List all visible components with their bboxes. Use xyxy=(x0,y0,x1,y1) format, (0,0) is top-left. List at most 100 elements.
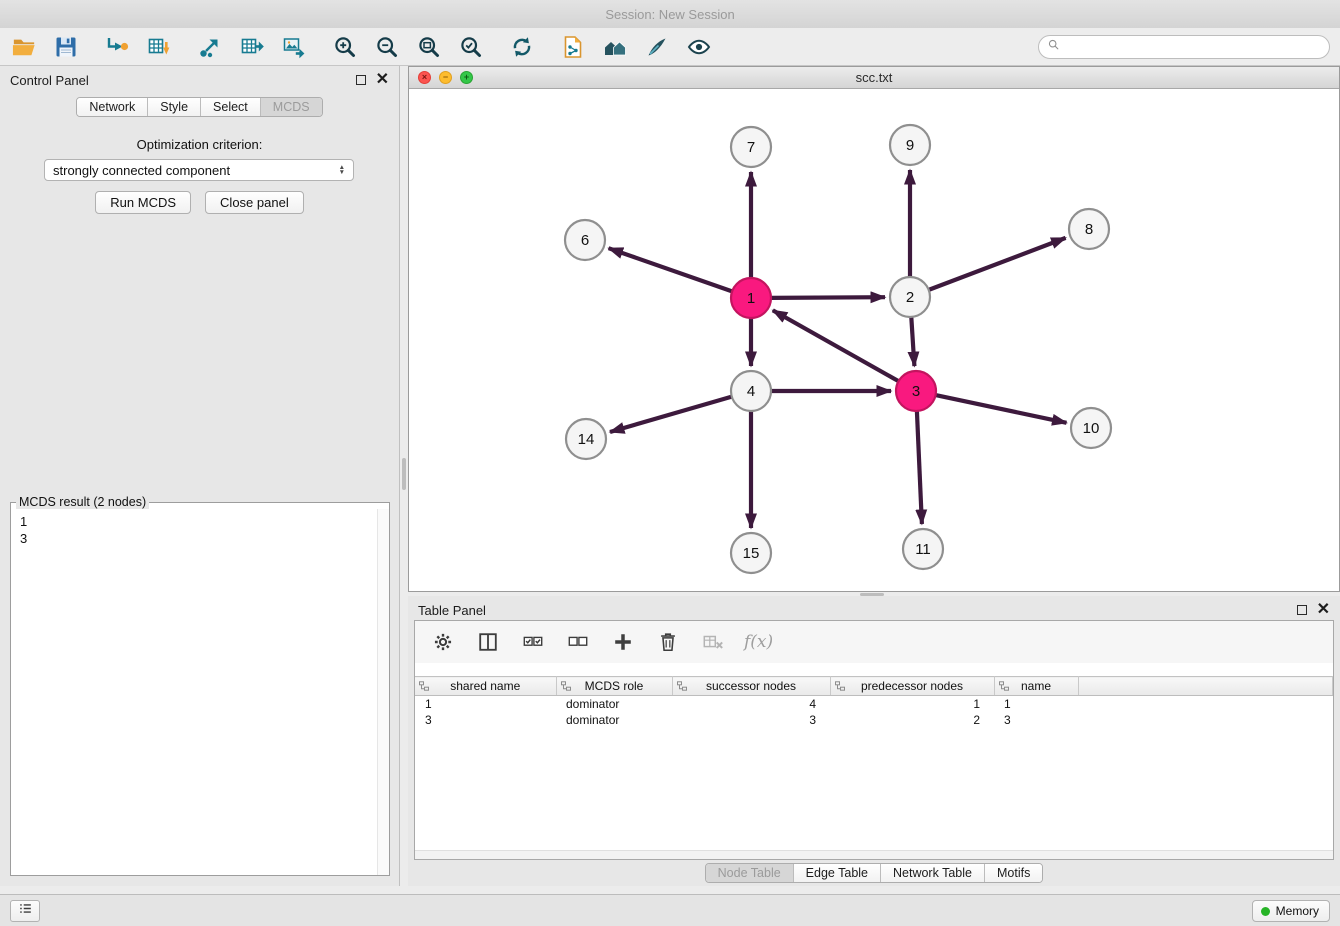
export-image-icon[interactable] xyxy=(280,33,308,61)
column-header-name[interactable]: name xyxy=(994,677,1078,696)
memory-button[interactable]: Memory xyxy=(1252,900,1330,922)
graph-node-10[interactable]: 10 xyxy=(1071,408,1111,448)
export-table-icon[interactable] xyxy=(238,33,266,61)
sort-icon xyxy=(999,681,1009,691)
column-layout-icon[interactable] xyxy=(474,628,502,656)
new-network-icon[interactable] xyxy=(559,33,587,61)
search-box[interactable] xyxy=(1038,35,1330,59)
tab-network-table[interactable]: Network Table xyxy=(881,864,985,882)
sort-icon xyxy=(677,681,687,691)
graph-node-9[interactable]: 9 xyxy=(890,125,930,165)
style-icon[interactable] xyxy=(643,33,671,61)
float-panel-icon[interactable] xyxy=(1297,605,1307,615)
search-input[interactable] xyxy=(1065,37,1321,57)
table-row[interactable]: 1dominator411 xyxy=(415,696,1333,712)
column-header-shared-name[interactable]: shared name xyxy=(415,677,556,696)
network-canvas[interactable]: 7 9 6 8 1 2 4 3 14 10 15 11 xyxy=(409,89,1339,591)
graph-node-14[interactable]: 14 xyxy=(566,419,606,459)
toolbar-icon-groups xyxy=(10,33,736,61)
mcds-result-list[interactable]: 13 xyxy=(12,511,376,874)
graph-node-label: 4 xyxy=(747,383,755,400)
table-row[interactable]: 3dominator323 xyxy=(415,712,1333,728)
graph-edge-2-3[interactable] xyxy=(911,317,914,366)
result-scrollbar[interactable] xyxy=(377,509,389,875)
tab-node-table[interactable]: Node Table xyxy=(706,864,794,882)
zoom-window-button[interactable]: + xyxy=(460,71,473,84)
graph-edge-1-6[interactable] xyxy=(609,248,733,291)
deselect-all-icon[interactable] xyxy=(564,628,592,656)
cell-predecessor-nodes: 2 xyxy=(830,712,994,728)
graph-edge-2-8[interactable] xyxy=(929,238,1066,290)
window-titlebar[interactable]: Session: New Session xyxy=(0,0,1340,28)
graph-edge-3-10[interactable] xyxy=(936,395,1067,423)
houses-icon[interactable] xyxy=(601,33,629,61)
column-header-label: successor nodes xyxy=(673,679,830,693)
float-panel-icon[interactable] xyxy=(356,75,366,85)
graph-node-2[interactable]: 2 xyxy=(890,277,930,317)
graph-edge-1-2[interactable] xyxy=(771,297,885,298)
vertical-splitter[interactable] xyxy=(400,66,408,886)
memory-status-dot xyxy=(1261,907,1270,916)
cell-shared-name: 1 xyxy=(415,696,556,712)
close-panel-button[interactable]: Close panel xyxy=(205,191,304,214)
graph-node-4[interactable]: 4 xyxy=(731,371,771,411)
run-mcds-button[interactable]: Run MCDS xyxy=(95,191,191,214)
window-title: Session: New Session xyxy=(605,7,734,22)
tab-motifs[interactable]: Motifs xyxy=(985,864,1042,882)
column-header-label: predecessor nodes xyxy=(831,679,994,693)
column-header-mcds-role[interactable]: MCDS role xyxy=(556,677,672,696)
tab-edge-table[interactable]: Edge Table xyxy=(794,864,881,882)
close-panel-icon[interactable]: ✕ xyxy=(376,72,389,88)
minimize-window-button[interactable]: − xyxy=(439,71,452,84)
node-table: shared nameMCDS rolesuccessor nodesprede… xyxy=(415,676,1333,728)
mcds-result-title: MCDS result (2 nodes) xyxy=(16,495,149,509)
graph-node-6[interactable]: 6 xyxy=(565,220,605,260)
delete-row-icon[interactable] xyxy=(654,628,682,656)
settings-gear-icon[interactable] xyxy=(429,628,457,656)
graph-node-11[interactable]: 11 xyxy=(903,529,943,569)
zoom-out-icon[interactable] xyxy=(373,33,401,61)
graph-edge-4-14[interactable] xyxy=(610,397,732,432)
graph-edge-3-11[interactable] xyxy=(917,411,922,524)
graph-node-15[interactable]: 15 xyxy=(731,533,771,573)
cell-filler xyxy=(1078,696,1333,712)
import-table-icon[interactable] xyxy=(145,33,173,61)
network-window-titlebar[interactable]: scc.txt × − + xyxy=(409,67,1339,89)
tab-network[interactable]: Network xyxy=(77,98,148,116)
open-session-icon[interactable] xyxy=(10,33,38,61)
close-window-button[interactable]: × xyxy=(418,71,431,84)
save-session-icon[interactable] xyxy=(52,33,80,61)
graph-node-7[interactable]: 7 xyxy=(731,127,771,167)
cell-filler xyxy=(1078,712,1333,728)
column-header-filler xyxy=(1078,677,1333,696)
tab-style[interactable]: Style xyxy=(148,98,201,116)
cell-name: 3 xyxy=(994,712,1078,728)
refresh-icon[interactable] xyxy=(508,33,536,61)
column-header-predecessor-nodes[interactable]: predecessor nodes xyxy=(830,677,994,696)
main-toolbar xyxy=(0,28,1340,66)
combo-stepper-icon: ▲▼ xyxy=(339,165,345,176)
optimization-criterion-select[interactable]: strongly connected component ▲▼ xyxy=(44,159,354,181)
add-row-icon[interactable] xyxy=(609,628,637,656)
select-all-icon[interactable] xyxy=(519,628,547,656)
tab-select[interactable]: Select xyxy=(201,98,261,116)
close-panel-icon[interactable]: ✕ xyxy=(1317,602,1330,618)
network-graph[interactable]: 7 9 6 8 1 2 4 3 14 10 15 11 xyxy=(409,89,1339,591)
splitter-handle[interactable] xyxy=(402,458,406,490)
zoom-selected-icon[interactable] xyxy=(457,33,485,61)
graph-node-3[interactable]: 3 xyxy=(896,371,936,411)
horizontal-scrollbar[interactable] xyxy=(415,850,1333,859)
column-header-successor-nodes[interactable]: successor nodes xyxy=(672,677,830,696)
eye-icon[interactable] xyxy=(685,33,713,61)
zoom-in-icon[interactable] xyxy=(331,33,359,61)
tab-mcds[interactable]: MCDS xyxy=(261,98,322,116)
graph-node-1[interactable]: 1 xyxy=(731,278,771,318)
import-network-icon[interactable] xyxy=(103,33,131,61)
zoom-fit-icon[interactable] xyxy=(415,33,443,61)
table-panel-title: Table Panel xyxy=(418,603,486,618)
graph-edge-3-1[interactable] xyxy=(773,310,899,381)
graph-node-8[interactable]: 8 xyxy=(1069,209,1109,249)
task-list-button[interactable] xyxy=(10,900,40,922)
status-bar: Memory xyxy=(0,894,1340,926)
export-network-icon[interactable] xyxy=(196,33,224,61)
